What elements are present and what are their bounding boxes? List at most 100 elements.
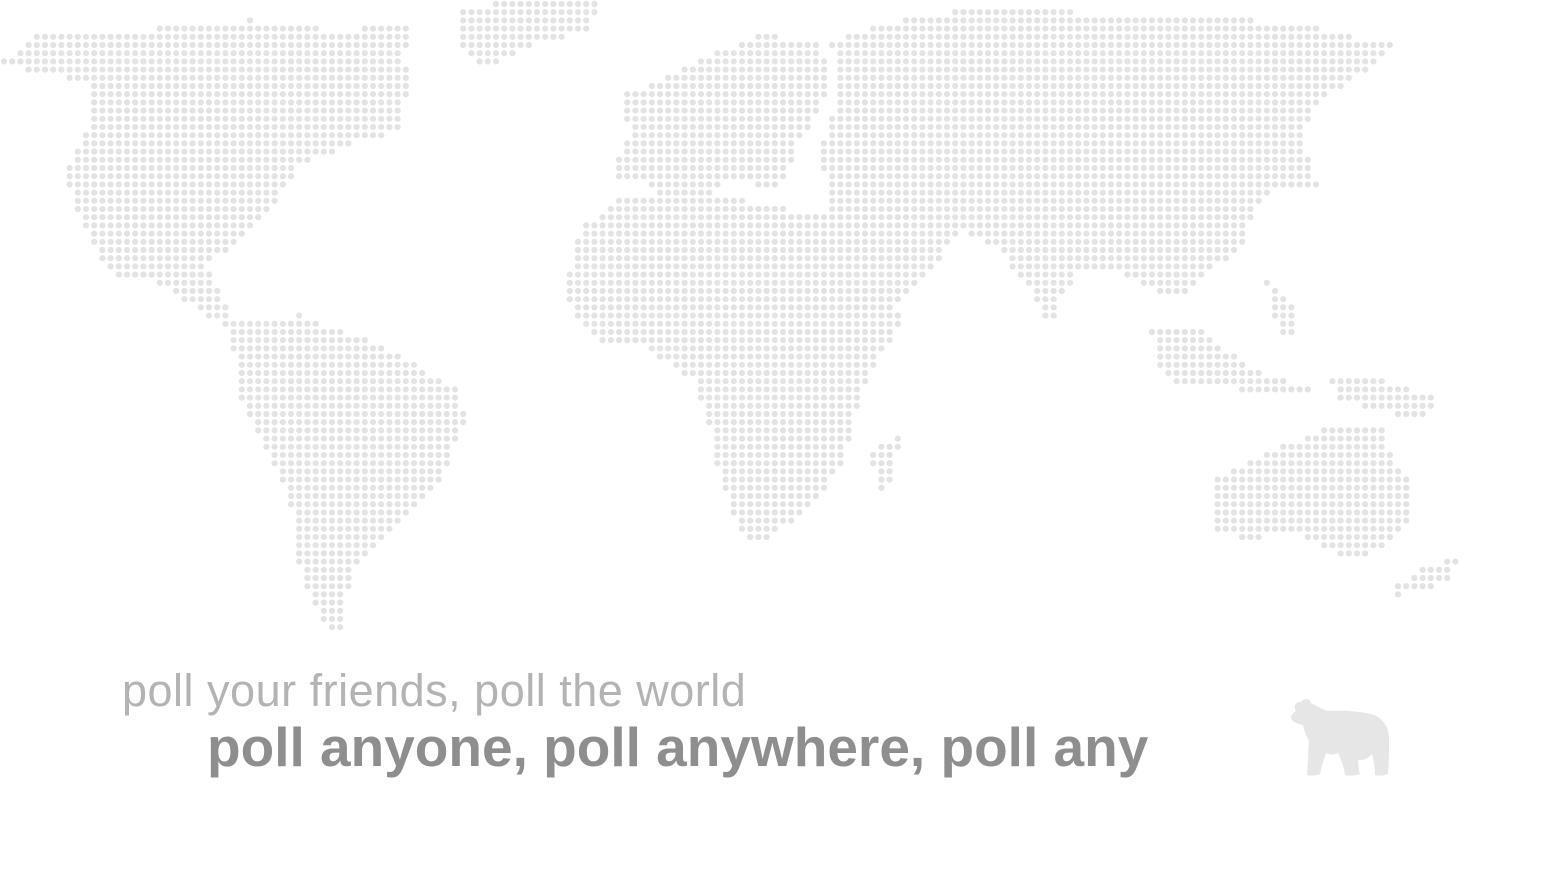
map-dot <box>156 41 163 49</box>
map-dot <box>1263 181 1270 188</box>
map-dot <box>714 263 721 270</box>
map-dot <box>115 99 122 106</box>
map-dot <box>1271 173 1279 180</box>
map-dot <box>99 197 106 204</box>
map-dot <box>107 230 114 237</box>
map-dot <box>1304 25 1311 32</box>
map-dot <box>99 140 106 147</box>
map-dot <box>1099 140 1106 147</box>
map-dot <box>689 82 696 90</box>
map-dot <box>1001 148 1008 155</box>
map-dot <box>1181 164 1188 172</box>
map-dot <box>1181 33 1188 40</box>
map-dot <box>1099 74 1106 81</box>
map-dot <box>689 238 696 245</box>
map-dot <box>755 123 762 131</box>
map-dot <box>1189 17 1197 24</box>
map-dot <box>829 312 836 319</box>
map-dot <box>1337 82 1344 90</box>
map-dot <box>837 246 844 254</box>
map-dot <box>911 74 918 81</box>
map-dot <box>607 287 614 295</box>
map-dot <box>1239 164 1246 172</box>
map-dot <box>919 50 926 57</box>
map-dot <box>640 279 647 286</box>
map-dot <box>591 230 598 237</box>
map-dot <box>1189 353 1197 360</box>
map-dot <box>402 427 409 434</box>
map-dot <box>1009 123 1016 131</box>
map-dot <box>911 279 918 286</box>
map-dot <box>878 484 885 491</box>
map-dot <box>730 296 737 303</box>
map-dot <box>460 33 467 40</box>
map-dot <box>648 197 655 204</box>
map-dot <box>402 419 409 426</box>
map-dot <box>1083 132 1090 139</box>
map-dot <box>697 361 705 368</box>
map-dot <box>115 238 122 245</box>
map-dot <box>919 33 926 40</box>
map-dot <box>1083 17 1090 24</box>
map-dot <box>1288 58 1295 65</box>
map-dot <box>1099 132 1106 139</box>
map-dot <box>328 451 336 459</box>
map-dot <box>1206 25 1213 32</box>
map-dot <box>960 148 967 155</box>
map-dot <box>771 115 778 122</box>
map-dot <box>378 402 385 409</box>
map-dot <box>304 132 311 139</box>
map-dot <box>304 115 311 122</box>
map-dot <box>1230 189 1238 196</box>
map-dot <box>648 148 655 155</box>
map-dot <box>615 328 623 336</box>
map-dot <box>353 99 360 106</box>
map-dot <box>960 132 967 139</box>
map-dot <box>788 41 795 49</box>
map-dot <box>1263 148 1270 155</box>
map-dot <box>960 197 967 204</box>
map-dot <box>878 99 885 106</box>
map-dot <box>173 148 180 155</box>
map-dot <box>935 222 942 229</box>
map-dot <box>197 99 204 106</box>
map-dot <box>837 427 844 434</box>
map-dot <box>591 238 598 245</box>
map-dot <box>755 132 762 139</box>
map-dot <box>361 419 368 426</box>
map-dot <box>1165 66 1172 73</box>
map-dot <box>935 91 942 98</box>
map-dot <box>287 82 295 90</box>
map-dot <box>829 460 836 467</box>
map-dot <box>697 132 705 139</box>
map-dot <box>1181 107 1188 114</box>
map-dot <box>714 328 721 336</box>
map-dot <box>632 173 639 180</box>
map-dot <box>238 197 245 204</box>
map-dot <box>812 369 819 377</box>
map-dot <box>50 41 57 49</box>
map-dot <box>1165 271 1172 278</box>
map-dot <box>697 181 705 188</box>
map-dot <box>369 402 377 409</box>
map-dot <box>993 230 1000 237</box>
map-dot <box>984 41 992 49</box>
map-dot <box>1189 378 1197 385</box>
map-dot <box>952 58 959 65</box>
map-dot <box>320 501 327 508</box>
map-dot <box>837 451 844 459</box>
map-dot <box>984 107 992 114</box>
map-dot <box>476 41 483 49</box>
map-dot <box>1157 17 1164 24</box>
map-dot <box>943 238 951 245</box>
map-dot <box>1288 140 1295 147</box>
map-dot <box>1214 476 1221 483</box>
map-dot <box>878 222 885 229</box>
map-dot <box>263 41 270 49</box>
map-dot <box>878 263 885 270</box>
map-dot <box>230 82 237 90</box>
map-dot <box>337 41 344 49</box>
map-dot <box>320 451 327 459</box>
map-dot <box>132 123 139 131</box>
map-dot <box>181 197 188 204</box>
